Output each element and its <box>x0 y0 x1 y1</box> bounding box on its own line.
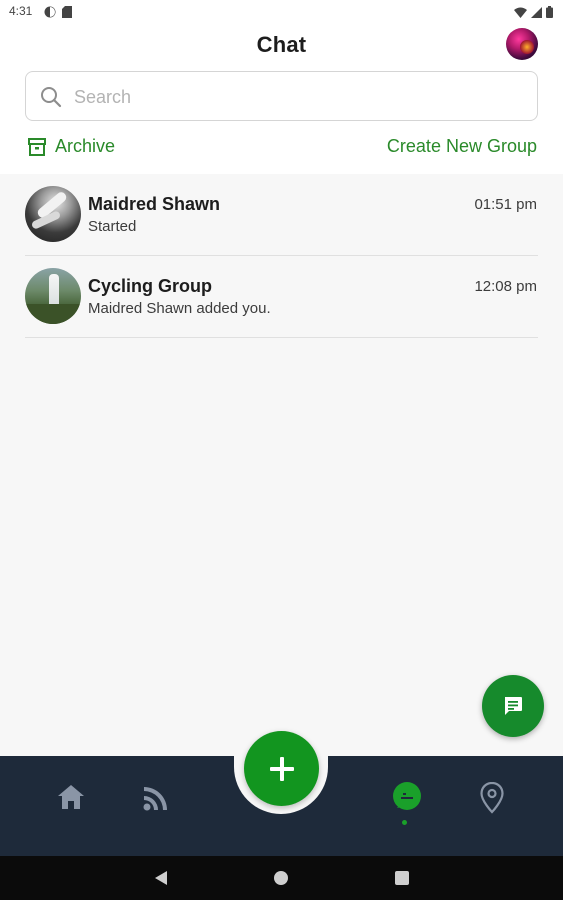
status-time: 4:31 <box>9 4 33 18</box>
sync-status-icon <box>44 6 56 18</box>
archive-label: Archive <box>55 136 116 156</box>
search-box[interactable] <box>25 71 538 121</box>
create-new-group-link[interactable]: Create New Group <box>387 136 537 157</box>
chat-icon <box>393 782 421 810</box>
chat-time: 12:08 pm <box>474 278 537 295</box>
archive-icon <box>28 137 46 156</box>
status-system-icons <box>514 6 553 18</box>
chat-avatar <box>25 186 81 242</box>
system-nav-bar <box>0 856 563 900</box>
back-icon[interactable] <box>154 870 168 886</box>
chat-time: 01:51 pm <box>474 196 537 213</box>
chat-list-item[interactable]: Cycling Group Maidred Shawn added you. 1… <box>25 256 538 338</box>
message-icon <box>505 697 522 715</box>
nav-active-indicator <box>402 820 407 825</box>
sd-card-icon <box>62 6 72 18</box>
battery-icon <box>546 6 553 18</box>
nav-home[interactable] <box>56 783 86 816</box>
status-bar: 4:31 <box>0 0 563 24</box>
search-input[interactable] <box>74 84 514 110</box>
new-message-button[interactable] <box>482 675 544 737</box>
signal-icon <box>531 6 542 18</box>
recents-button[interactable] <box>395 871 409 885</box>
nav-chat[interactable] <box>391 781 423 818</box>
chat-preview: Maidred Shawn added you. <box>88 300 271 317</box>
home-icon <box>58 785 84 809</box>
plus-icon <box>269 756 294 781</box>
chat-name: Cycling Group <box>88 276 213 296</box>
chat-preview: Started <box>88 218 137 235</box>
chat-avatar <box>25 268 81 324</box>
nav-feed[interactable] <box>142 784 170 817</box>
profile-avatar[interactable] <box>506 28 538 60</box>
chat-list-item[interactable]: Maidred Shawn Started 01:51 pm <box>25 174 538 256</box>
chat-name: Maidred Shawn <box>88 194 221 214</box>
search-icon <box>41 87 62 108</box>
page-title: Chat <box>256 32 307 57</box>
feed-icon <box>143 787 167 811</box>
archive-link[interactable]: Archive <box>27 136 115 157</box>
add-button[interactable] <box>244 731 319 806</box>
status-notification-icons <box>44 6 72 18</box>
wifi-icon <box>514 7 527 18</box>
header: Chat Archive Create New Group <box>0 24 563 174</box>
chat-list: Maidred Shawn Started 01:51 pm Cycling G… <box>0 174 563 756</box>
nav-location[interactable] <box>480 781 504 819</box>
home-button[interactable] <box>274 871 288 885</box>
location-pin-icon <box>480 781 504 814</box>
